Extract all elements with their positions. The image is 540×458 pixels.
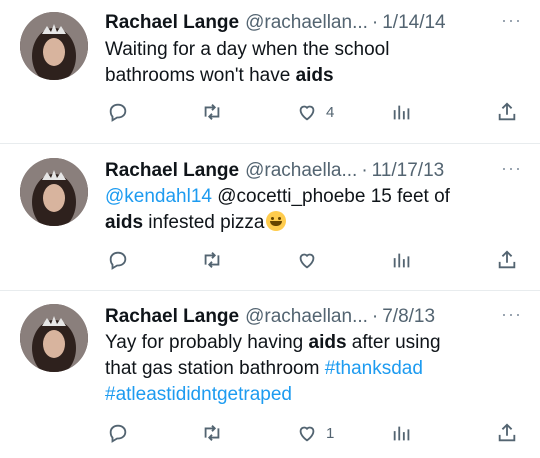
like-button[interactable]: 4 [296,98,334,126]
retweet-button[interactable] [201,246,223,274]
tweet-text: @kendahl14 @cocetti_phoebe 15 feet of ai… [105,184,522,236]
like-icon [299,105,315,121]
tweet-text-part: @cocetti_phoebe 15 feet of [217,186,450,207]
like-icon [299,253,315,269]
user-handle[interactable]: @rachaella... [245,160,357,182]
share-button[interactable] [496,419,518,447]
retweet-icon [204,104,220,120]
more-icon[interactable]: ··· [501,304,522,325]
like-count: 1 [326,424,335,442]
views-icon [393,105,410,120]
views-button[interactable] [391,419,413,447]
tweet-text-part: Waiting for a day when the school bathro… [105,39,390,86]
tweet-actions [0,246,540,276]
share-button[interactable] [496,246,518,274]
like-icon [299,426,315,442]
reply-icon [109,424,127,443]
tweet-text-bold: aids [295,65,334,86]
reply-icon [109,251,127,270]
tweet-text-part: infested pizza [143,212,265,233]
retweet-button[interactable] [201,419,223,447]
share-icon [498,250,516,269]
tweet-actions: 1 [0,419,540,449]
display-name[interactable]: Rachael Lange [105,160,239,182]
like-button[interactable] [296,246,326,274]
avatar[interactable] [20,304,88,372]
more-icon[interactable]: ··· [501,10,522,31]
retweet-button[interactable] [201,98,223,126]
tweet-date[interactable]: 1/14/14 [382,12,445,34]
tweet[interactable]: Rachael Lange @rachaella... · 11/17/13 ·… [0,146,540,286]
tweet-text-bold: aids [105,212,144,233]
divider [0,143,540,144]
tweet-header: Rachael Lange @rachaella... · 11/17/13 ·… [105,156,522,186]
grinning-face-emoji-icon [265,211,286,231]
display-name[interactable]: Rachael Lange [105,306,239,328]
avatar[interactable] [20,12,88,80]
tweet-text: Yay for probably having aids after using… [105,330,522,408]
tweet[interactable]: Rachael Lange @rachaellan... · 7/8/13 ··… [0,292,540,458]
reply-button[interactable] [107,419,129,447]
tweet-actions: 4 [0,98,540,128]
divider [0,290,540,291]
share-icon [498,423,516,442]
reply-icon [109,103,127,122]
tweet-text: Waiting for a day when the school bathro… [105,37,522,89]
tweet[interactable]: Rachael Lange @rachaellan... · 1/14/14 ·… [0,0,540,140]
reply-button[interactable] [107,98,129,126]
display-name[interactable]: Rachael Lange [105,12,239,34]
user-handle[interactable]: @rachaellan... [245,12,368,34]
avatar[interactable] [20,158,88,226]
tweet-header: Rachael Lange @rachaellan... · 1/14/14 ·… [105,8,522,38]
views-button[interactable] [391,246,413,274]
hashtag-link[interactable]: #atleastididntgetraped [105,384,292,405]
reply-button[interactable] [107,246,129,274]
views-icon [393,426,410,441]
tweet-header: Rachael Lange @rachaellan... · 7/8/13 ··… [105,302,522,332]
views-icon [393,253,410,268]
like-button[interactable]: 1 [296,419,334,447]
mention-link[interactable]: @kendahl14 [105,186,212,207]
tweet-feed: Rachael Lange @rachaellan... · 1/14/14 ·… [0,0,540,458]
like-count: 4 [326,103,335,121]
tweet-date[interactable]: 7/8/13 [382,306,435,328]
tweet-date[interactable]: 11/17/13 [372,160,445,182]
share-icon [498,102,516,121]
retweet-icon [204,425,220,441]
more-icon[interactable]: ··· [501,158,522,179]
separator-dot: · [371,306,379,327]
retweet-icon [204,252,220,268]
hashtag-link[interactable]: #thanksdad [325,358,423,379]
views-button[interactable] [391,98,413,126]
separator-dot: · [371,12,379,33]
user-handle[interactable]: @rachaellan... [245,306,368,328]
tweet-text-part: Yay for probably having [105,332,309,353]
tweet-text-bold: aids [308,332,347,353]
separator-dot: · [361,160,368,181]
share-button[interactable] [496,98,518,126]
